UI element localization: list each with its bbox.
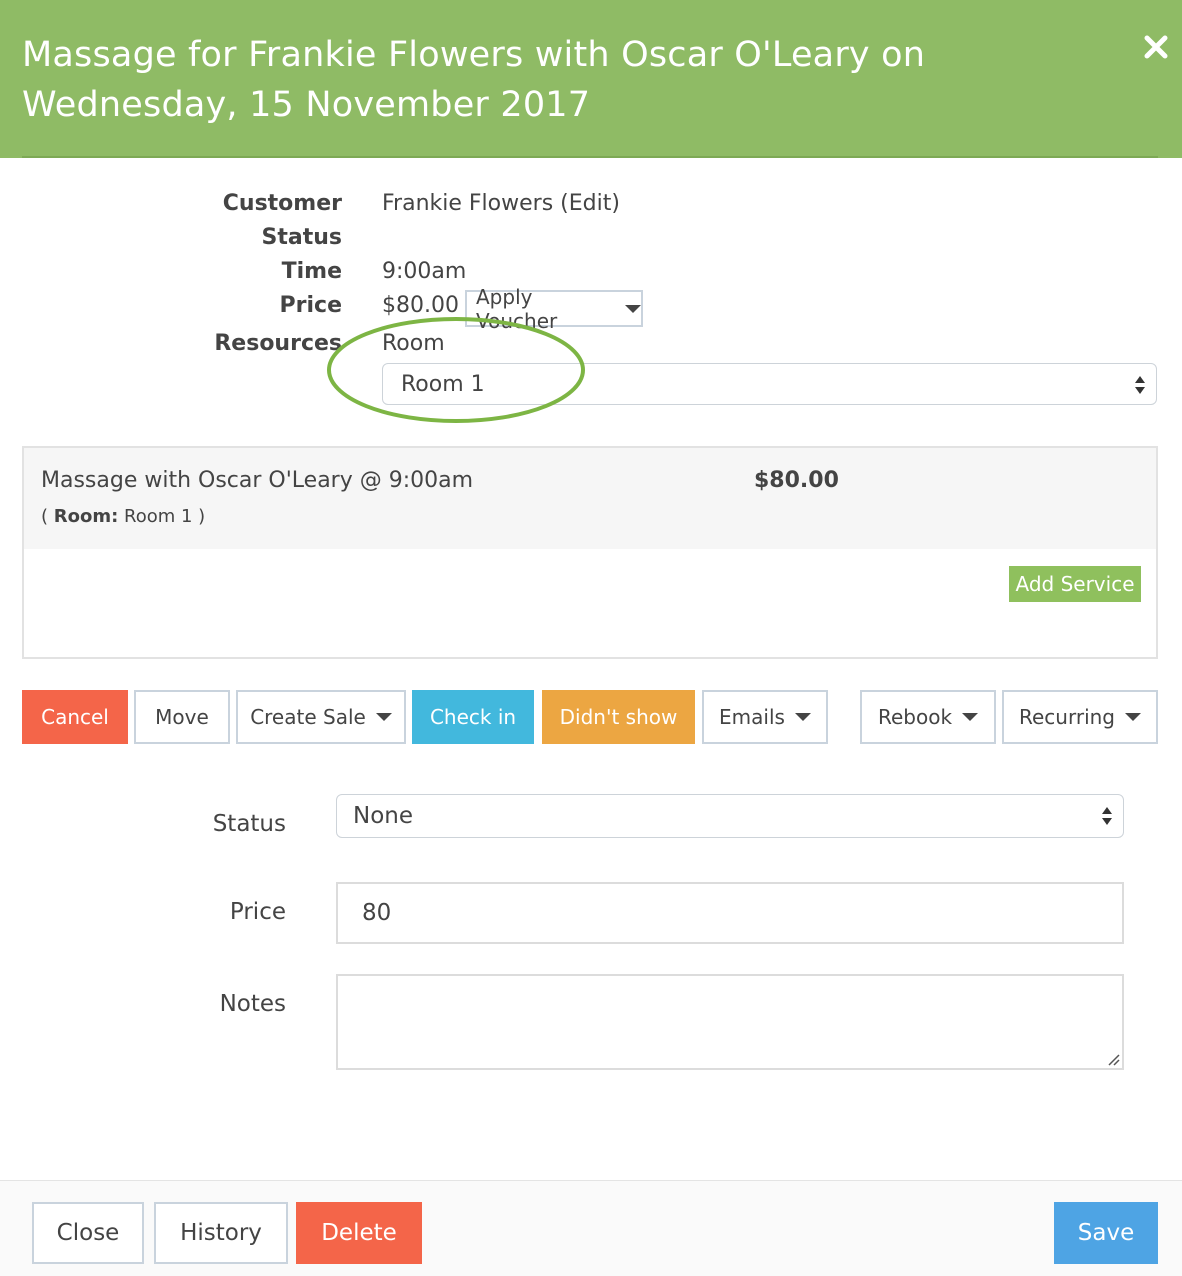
- save-button[interactable]: Save: [1054, 1202, 1158, 1264]
- select-updown-icon: [1135, 376, 1145, 394]
- delete-button[interactable]: Delete: [296, 1202, 422, 1264]
- cancel-button[interactable]: Cancel: [22, 690, 128, 744]
- rebook-label: Rebook: [877, 705, 953, 729]
- create-sale-label: Create Sale: [250, 705, 366, 729]
- service-name: Massage with Oscar O'Leary @ 9:00am: [41, 468, 474, 493]
- apply-voucher-button[interactable]: Apply Voucher: [465, 285, 643, 333]
- status-label: Status: [261, 225, 342, 250]
- time-value: 9:00am: [382, 259, 467, 284]
- emails-button[interactable]: Emails: [702, 690, 828, 744]
- caret-down-icon: [794, 713, 811, 721]
- recurring-label: Recurring: [1019, 705, 1115, 729]
- check-in-button[interactable]: Check in: [412, 690, 534, 744]
- time-label: Time: [281, 259, 342, 284]
- resources-label: Resources: [214, 331, 342, 356]
- service-room: ( Room: Room 1 ): [41, 506, 205, 527]
- notes-textarea[interactable]: [336, 974, 1124, 1070]
- resize-grip-icon[interactable]: [1106, 1052, 1120, 1066]
- price-label: Price: [279, 293, 342, 318]
- service-row: Massage with Oscar O'Leary @ 9:00am ( Ro…: [24, 448, 1156, 549]
- header-divider: [22, 156, 1158, 158]
- service-price: $80.00: [754, 468, 839, 493]
- notes-field-label: Notes: [219, 991, 286, 1017]
- customer-label: Customer: [222, 191, 342, 216]
- close-button[interactable]: Close: [32, 1202, 144, 1264]
- price-input[interactable]: 80: [336, 882, 1124, 944]
- service-room-key: Room:: [53, 506, 119, 527]
- apply-voucher-label: Apply Voucher: [476, 284, 558, 333]
- status-select-value: None: [353, 803, 414, 829]
- move-button[interactable]: Move: [134, 690, 230, 744]
- customer-value[interactable]: Frankie Flowers (Edit): [382, 191, 620, 216]
- status-field-label: Status: [212, 811, 286, 837]
- caret-down-icon: [375, 713, 392, 721]
- close-icon[interactable]: [1142, 30, 1170, 62]
- price-field-label: Price: [229, 899, 286, 925]
- resource-type-label: Room: [382, 331, 445, 356]
- emails-label: Emails: [719, 705, 785, 729]
- service-panel: Massage with Oscar O'Leary @ 9:00am ( Ro…: [22, 446, 1158, 659]
- status-select[interactable]: None: [336, 794, 1124, 838]
- didnt-show-button[interactable]: Didn't show: [542, 690, 695, 744]
- history-button[interactable]: History: [154, 1202, 288, 1264]
- create-sale-button[interactable]: Create Sale: [236, 690, 406, 744]
- price-value: $80.00: [382, 293, 459, 318]
- select-updown-icon: [1102, 807, 1112, 825]
- modal-title: Massage for Frankie Flowers with Oscar O…: [22, 35, 926, 125]
- caret-down-icon: [1125, 713, 1141, 721]
- room-select[interactable]: Room 1: [382, 363, 1157, 405]
- caret-down-icon: [625, 304, 641, 313]
- caret-down-icon: [962, 713, 979, 721]
- modal-header: Massage for Frankie Flowers with Oscar O…: [0, 0, 1182, 158]
- room-select-value: Room 1: [401, 371, 485, 397]
- service-room-open: (: [41, 506, 54, 527]
- recurring-button[interactable]: Recurring: [1002, 690, 1158, 744]
- service-room-value: Room 1 ): [118, 506, 206, 527]
- rebook-button[interactable]: Rebook: [860, 690, 996, 744]
- add-service-button[interactable]: Add Service: [1009, 566, 1141, 602]
